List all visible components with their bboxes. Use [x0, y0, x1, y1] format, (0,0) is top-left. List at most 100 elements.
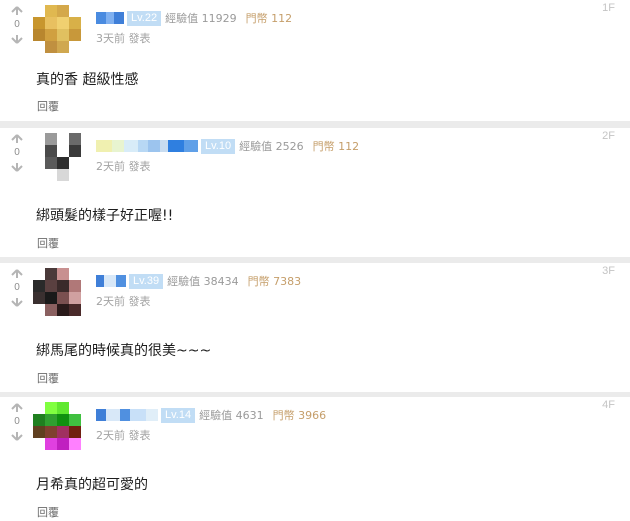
arrow-up-icon[interactable]: [11, 6, 23, 16]
avatar-pixel: [57, 304, 69, 316]
username-pixel: [106, 409, 120, 421]
vote-control: 0: [8, 269, 26, 307]
arrow-up-icon[interactable]: [11, 269, 23, 279]
avatar-pixel: [69, 157, 81, 169]
username-pixel: [104, 275, 116, 287]
avatar-pixel: [57, 402, 69, 414]
vote-count: 0: [14, 147, 20, 158]
avatar-pixel: [33, 426, 45, 438]
reply-button[interactable]: 回覆: [37, 370, 59, 386]
avatar-pixel: [57, 145, 69, 157]
floor-number: 2F: [602, 130, 615, 142]
post-time: 2天前 發表: [96, 295, 151, 308]
avatar-pixel: [45, 292, 57, 304]
avatar-pixel: [69, 133, 81, 145]
avatar-pixel: [45, 157, 57, 169]
avatar-pixel: [33, 414, 45, 426]
username-pixel: [96, 409, 106, 421]
avatar-pixel: [57, 414, 69, 426]
coin-value: 門幣 7383: [247, 275, 302, 288]
avatar-pixel: [69, 5, 81, 17]
reply-button[interactable]: 回覆: [37, 504, 59, 520]
username-pixel: [160, 140, 168, 152]
post-time: 2天前 發表: [96, 160, 151, 173]
username-pixel: [138, 140, 148, 152]
user-meta: Lv.39 經驗值 38434 門幣 7383: [96, 273, 301, 289]
avatar-pixel: [33, 145, 45, 157]
avatar-pixel: [33, 41, 45, 53]
comment-item: 0 Lv.10 經驗值 2526 門幣 112 2天前 發表 2F 綁頭髮的樣子…: [0, 128, 630, 257]
vote-control: 0: [8, 6, 26, 44]
avatar-pixel: [45, 304, 57, 316]
avatar-pixel: [33, 29, 45, 41]
avatar-pixel: [45, 438, 57, 450]
level-badge: Lv.22: [127, 10, 162, 26]
username-pixel: [146, 409, 158, 421]
username-pixel: [96, 12, 106, 24]
post-time: 3天前 發表: [96, 32, 151, 45]
level-badge: Lv.10: [201, 138, 236, 154]
username-pixel: [184, 140, 198, 152]
avatar-pixel: [45, 5, 57, 17]
avatar-pixel: [57, 133, 69, 145]
avatar-pixel: [57, 426, 69, 438]
avatar-pixel: [45, 268, 57, 280]
avatar-pixel: [69, 402, 81, 414]
arrow-down-icon[interactable]: [11, 34, 23, 44]
avatar-pixel: [33, 5, 45, 17]
avatar-pixel: [69, 414, 81, 426]
comment-item: 0 Lv.22 經驗值 11929 門幣 112 3天前 發表 1F 真的香 超…: [0, 0, 630, 121]
avatar-pixel: [57, 5, 69, 17]
coin-value: 門幣 112: [312, 140, 360, 153]
avatar-pixel: [57, 169, 69, 181]
username-pixel: [148, 140, 160, 152]
username[interactable]: [96, 274, 126, 288]
reply-button[interactable]: 回覆: [37, 98, 59, 114]
avatar-pixel: [45, 29, 57, 41]
username-pixel: [168, 140, 184, 152]
username-pixel: [116, 275, 126, 287]
username-pixel: [124, 140, 138, 152]
avatar-pixel: [33, 268, 45, 280]
avatar-pixel: [33, 280, 45, 292]
user-meta: Lv.10 經驗值 2526 門幣 112: [96, 138, 359, 154]
comment-item: 0 Lv.39 經驗值 38434 門幣 7383 2天前 發表 3F 綁馬尾的…: [0, 263, 630, 392]
user-meta: Lv.22 經驗值 11929 門幣 112: [96, 10, 292, 26]
vote-control: 0: [8, 403, 26, 441]
avatar-pixel: [45, 280, 57, 292]
arrow-down-icon[interactable]: [11, 431, 23, 441]
arrow-up-icon[interactable]: [11, 134, 23, 144]
avatar-pixel: [57, 292, 69, 304]
username[interactable]: [96, 11, 124, 25]
avatar[interactable]: [33, 268, 81, 316]
comment-text: 月希真的超可愛的: [36, 477, 148, 493]
experience-value: 經驗值 38434: [167, 275, 239, 288]
arrow-up-icon[interactable]: [11, 403, 23, 413]
floor-number: 3F: [602, 265, 615, 277]
avatar-pixel: [33, 17, 45, 29]
avatar-pixel: [57, 157, 69, 169]
vote-count: 0: [14, 19, 20, 30]
avatar-pixel: [69, 426, 81, 438]
avatar-pixel: [33, 133, 45, 145]
username-pixel: [130, 409, 146, 421]
username-pixel: [120, 409, 130, 421]
coin-value: 門幣 112: [245, 12, 293, 25]
avatar-pixel: [33, 304, 45, 316]
comment-list: 0 Lv.22 經驗值 11929 門幣 112 3天前 發表 1F 真的香 超…: [0, 0, 630, 521]
avatar[interactable]: [33, 5, 81, 53]
reply-button[interactable]: 回覆: [37, 235, 59, 251]
avatar-pixel: [57, 41, 69, 53]
avatar-pixel: [45, 402, 57, 414]
avatar-pixel: [69, 304, 81, 316]
avatar[interactable]: [33, 133, 81, 181]
arrow-down-icon[interactable]: [11, 162, 23, 172]
avatar[interactable]: [33, 402, 81, 450]
username[interactable]: [96, 139, 198, 153]
avatar-pixel: [33, 438, 45, 450]
avatar-pixel: [69, 41, 81, 53]
avatar-pixel: [45, 426, 57, 438]
arrow-down-icon[interactable]: [11, 297, 23, 307]
username[interactable]: [96, 408, 158, 422]
avatar-pixel: [45, 145, 57, 157]
